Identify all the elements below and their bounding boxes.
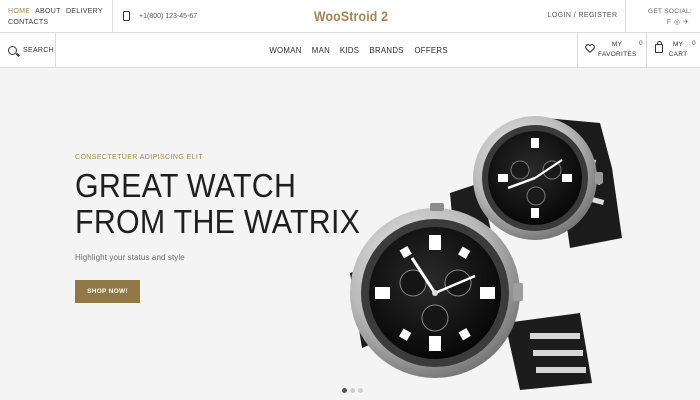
phone-contact[interactable]: +1(800) 123-45-67 bbox=[113, 0, 283, 32]
menu-item-kids[interactable]: Kids bbox=[340, 45, 359, 55]
slider-dot-1[interactable] bbox=[342, 388, 347, 393]
top-nav-contacts-link[interactable]: Contacts bbox=[8, 19, 48, 26]
menu-item-brands[interactable]: Brands bbox=[369, 45, 403, 55]
hero-subtitle: Highlight your status and style bbox=[75, 253, 185, 262]
top-nav: Home About Delivery Contacts bbox=[0, 0, 113, 32]
hero-title-line-2: from the Watrix bbox=[75, 203, 361, 240]
cart-label: My Cart bbox=[668, 41, 688, 58]
register-link[interactable]: Register bbox=[578, 12, 617, 19]
login-link[interactable]: Login bbox=[548, 12, 572, 19]
social-label: Get Social: bbox=[648, 8, 692, 15]
menu-item-woman[interactable]: Woman bbox=[269, 45, 301, 55]
login-register-separator: / bbox=[573, 12, 577, 19]
slider-dot-2[interactable] bbox=[350, 388, 355, 393]
shopping-bag-icon bbox=[655, 41, 663, 53]
instagram-icon[interactable]: ◎ bbox=[674, 19, 683, 26]
search-button[interactable]: Search bbox=[0, 33, 56, 67]
cart-button[interactable]: My Cart 0 bbox=[647, 33, 700, 67]
shop-now-button[interactable]: Shop now! bbox=[75, 280, 140, 303]
slider-pagination bbox=[342, 388, 366, 393]
search-icon bbox=[8, 45, 17, 55]
phone-number: +1(800) 123-45-67 bbox=[139, 12, 198, 20]
twitter-icon[interactable]: ✈ bbox=[683, 19, 692, 26]
facebook-icon[interactable]: f bbox=[667, 19, 674, 26]
watch-product-image bbox=[350, 116, 622, 390]
cart-count: 0 bbox=[692, 40, 696, 47]
social-icons: f◎✈ bbox=[626, 18, 692, 26]
main-nav-bar: Search Woman Man Kids Brands Offers My F… bbox=[0, 33, 700, 68]
social-block: Get Social: f◎✈ bbox=[626, 0, 700, 32]
account-links: Login / Register bbox=[540, 0, 626, 32]
hero-kicker: Consectetuer adipiscing elit bbox=[75, 154, 203, 161]
menu-item-man[interactable]: Man bbox=[312, 45, 330, 55]
site-logo[interactable]: WooStroid 2 bbox=[291, 0, 411, 32]
top-bar: Home About Delivery Contacts +1(800) 123… bbox=[0, 0, 700, 33]
hero-title-line-1: Great Watch bbox=[75, 167, 297, 204]
heart-icon bbox=[585, 44, 595, 53]
favorites-count: 0 bbox=[639, 40, 643, 47]
main-menu: Woman Man Kids Brands Offers bbox=[268, 33, 457, 67]
top-nav-about-link[interactable]: About bbox=[35, 8, 61, 15]
search-label: Search bbox=[23, 46, 54, 54]
top-nav-delivery-link[interactable]: Delivery bbox=[66, 8, 103, 15]
hero-slider: Consectetuer adipiscing elit Great Watch… bbox=[0, 68, 700, 400]
hero-title: Great Watch from the Watrix bbox=[75, 167, 361, 240]
phone-icon bbox=[123, 11, 130, 21]
top-nav-home-link[interactable]: Home bbox=[8, 8, 30, 15]
favorites-button[interactable]: My Favorites 0 bbox=[577, 33, 647, 67]
menu-item-offers[interactable]: Offers bbox=[415, 45, 448, 55]
favorites-label: My Favorites bbox=[598, 41, 637, 58]
slider-dot-3[interactable] bbox=[358, 388, 363, 393]
